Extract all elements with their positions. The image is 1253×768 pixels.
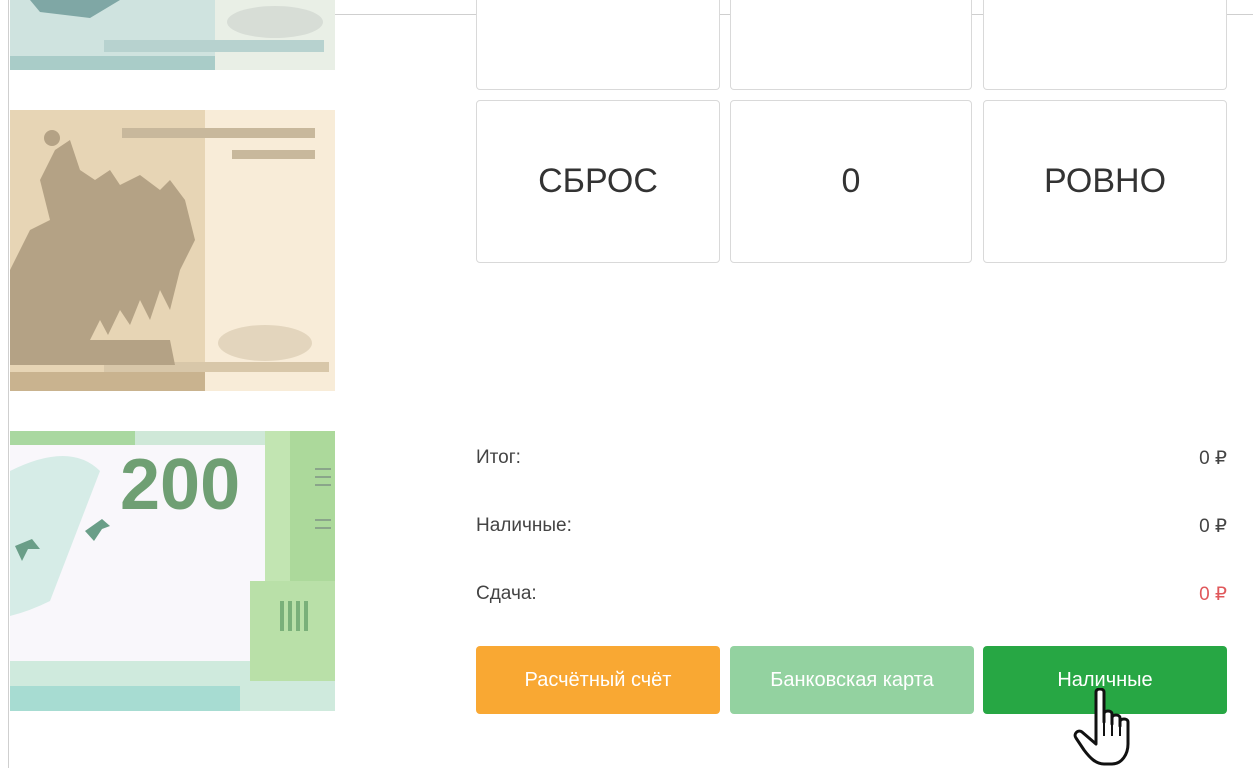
banknote-partial-image xyxy=(10,0,335,70)
zero-key-label: 0 xyxy=(841,162,861,200)
banknote-partial-button[interactable] xyxy=(10,0,335,70)
hand-pointer-cursor-icon xyxy=(1073,688,1130,766)
summary-total-row: Итог: 0 ₽ xyxy=(476,447,1227,470)
banknote-100-image xyxy=(10,110,335,391)
zero-key[interactable]: 0 xyxy=(730,100,972,263)
exact-key[interactable]: РОВНО xyxy=(983,100,1227,263)
banknote-200-image: 200 xyxy=(10,431,335,711)
banknote-200-button[interactable]: 200 xyxy=(10,431,335,711)
banknote-100-button[interactable] xyxy=(10,110,335,391)
banknote-200-denomination: 200 xyxy=(120,445,240,525)
keypad-key-top-2[interactable] xyxy=(730,0,972,90)
bank-card-button[interactable]: Банковская карта xyxy=(730,646,974,714)
summary-cash-row: Наличные: 0 ₽ xyxy=(476,515,1227,538)
summary-change-value: 0 ₽ xyxy=(1199,584,1227,605)
keypad-key-top-1[interactable] xyxy=(476,0,720,90)
reset-key-label: СБРОС xyxy=(538,162,658,200)
settlement-account-button[interactable]: Расчётный счёт xyxy=(476,646,720,714)
summary-change-row: Сдача: 0 ₽ xyxy=(476,583,1227,606)
summary-total-value: 0 ₽ xyxy=(1199,448,1227,469)
exact-key-label: РОВНО xyxy=(1043,162,1167,200)
summary-change-label: Сдача: xyxy=(476,583,537,604)
keypad-key-top-3[interactable] xyxy=(983,0,1227,90)
window-left-border xyxy=(8,0,9,768)
summary-total-label: Итог: xyxy=(476,447,521,468)
summary-cash-label: Наличные: xyxy=(476,515,572,536)
summary-cash-value: 0 ₽ xyxy=(1199,516,1227,537)
reset-key[interactable]: СБРОС xyxy=(476,100,720,263)
